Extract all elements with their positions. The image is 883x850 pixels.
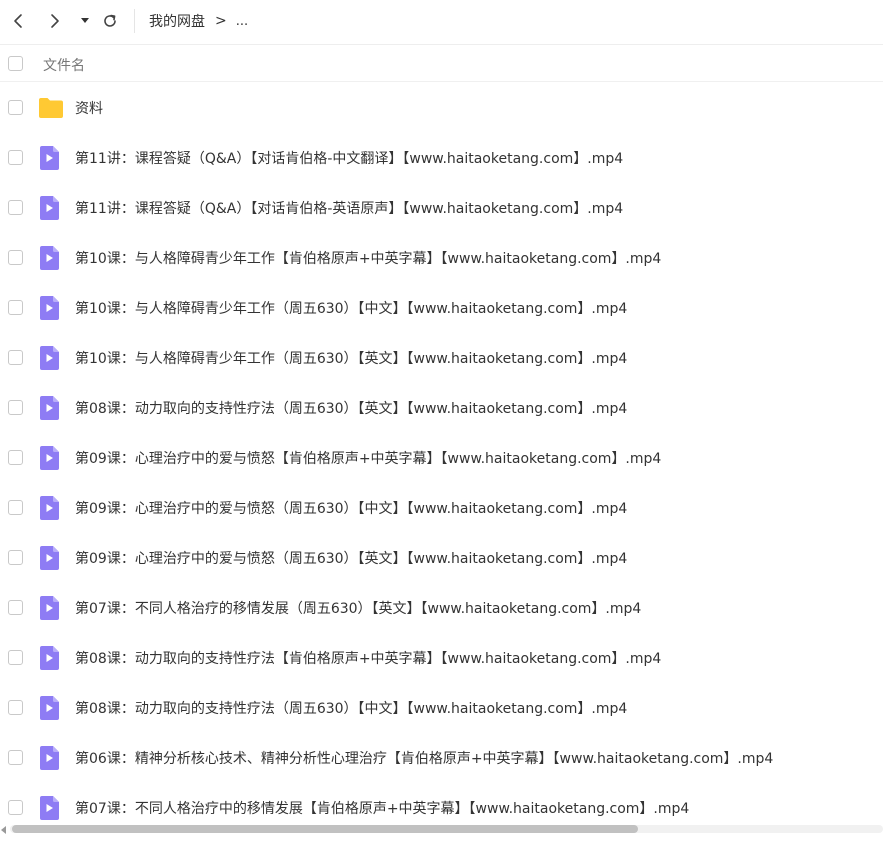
video-file-icon	[38, 346, 60, 370]
horizontal-scrollbar[interactable]	[0, 823, 883, 835]
file-name[interactable]: 第10课：与人格障碍青少年工作（周五630）【英文】【www.haitaoket…	[75, 348, 627, 368]
file-row[interactable]: 第07课：不同人格治疗中的移情发展【肯伯格原声+中英字幕】【www.haitao…	[0, 783, 883, 823]
file-row[interactable]: 第10课：与人格障碍青少年工作（周五630）【英文】【www.haitaoket…	[0, 333, 883, 383]
file-row[interactable]: 第09课：心理治疗中的爱与愤怒【肯伯格原声+中英字幕】【www.haitaoke…	[0, 433, 883, 483]
file-name[interactable]: 第08课：动力取向的支持性疗法【肯伯格原声+中英字幕】【www.haitaoke…	[75, 648, 661, 668]
refresh-button[interactable]	[99, 7, 121, 35]
history-dropdown-button[interactable]	[78, 7, 92, 35]
row-checkbox[interactable]	[8, 550, 23, 565]
video-file-icon	[38, 546, 60, 570]
file-row[interactable]: 第08课：动力取向的支持性疗法【肯伯格原声+中英字幕】【www.haitaoke…	[0, 633, 883, 683]
select-all-checkbox[interactable]	[8, 56, 23, 71]
folder-row[interactable]: 资料	[0, 83, 883, 133]
chevron-right-icon	[51, 14, 59, 28]
file-row[interactable]: 第08课：动力取向的支持性疗法（周五630）【英文】【www.haitaoket…	[0, 383, 883, 433]
breadcrumb-separator: >	[215, 13, 227, 29]
file-name[interactable]: 第07课：不同人格治疗的移情发展（周五630）【英文】【www.haitaoke…	[75, 598, 641, 618]
file-row[interactable]: 第10课：与人格障碍青少年工作【肯伯格原声+中英字幕】【www.haitaoke…	[0, 233, 883, 283]
refresh-icon	[104, 14, 116, 27]
file-list-header: 文件名	[0, 44, 883, 82]
row-checkbox[interactable]	[8, 450, 23, 465]
file-name[interactable]: 第09课：心理治疗中的爱与愤怒（周五630）【英文】【www.haitaoket…	[75, 548, 627, 568]
row-checkbox[interactable]	[8, 750, 23, 765]
file-name[interactable]: 第07课：不同人格治疗中的移情发展【肯伯格原声+中英字幕】【www.haitao…	[75, 798, 689, 818]
file-row[interactable]: 第09课：心理治疗中的爱与愤怒（周五630）【中文】【www.haitaoket…	[0, 483, 883, 533]
video-file-icon	[38, 596, 60, 620]
file-name[interactable]: 资料	[75, 98, 103, 118]
video-file-icon	[38, 396, 60, 420]
column-header-filename[interactable]: 文件名	[43, 55, 85, 75]
back-button[interactable]	[6, 7, 30, 35]
row-checkbox[interactable]	[8, 600, 23, 615]
scroll-thumb[interactable]	[12, 825, 638, 833]
row-checkbox[interactable]	[8, 250, 23, 265]
file-name[interactable]: 第11讲：课程答疑（Q&A）【对话肯伯格-中文翻译】【www.haitaoket…	[75, 148, 623, 168]
row-checkbox[interactable]	[8, 350, 23, 365]
row-checkbox[interactable]	[8, 150, 23, 165]
video-file-icon	[38, 696, 60, 720]
file-row[interactable]: 第08课：动力取向的支持性疗法（周五630）【中文】【www.haitaoket…	[0, 683, 883, 733]
file-name[interactable]: 第10课：与人格障碍青少年工作【肯伯格原声+中英字幕】【www.haitaoke…	[75, 248, 661, 268]
video-file-icon	[38, 746, 60, 770]
video-file-icon	[38, 196, 60, 220]
row-checkbox[interactable]	[8, 200, 23, 215]
chevron-left-icon	[14, 14, 22, 28]
row-checkbox[interactable]	[8, 700, 23, 715]
breadcrumb-root[interactable]: 我的网盘	[149, 11, 205, 31]
video-file-icon	[38, 246, 60, 270]
folder-icon	[38, 96, 63, 120]
video-file-icon	[38, 146, 60, 170]
file-row[interactable]: 第06课：精神分析核心技术、精神分析性心理治疗【肯伯格原声+中英字幕】【www.…	[0, 733, 883, 783]
row-checkbox[interactable]	[8, 400, 23, 415]
file-row[interactable]: 第07课：不同人格治疗的移情发展（周五630）【英文】【www.haitaoke…	[0, 583, 883, 633]
file-name[interactable]: 第10课：与人格障碍青少年工作（周五630）【中文】【www.haitaoket…	[75, 298, 627, 318]
video-file-icon	[38, 496, 60, 520]
video-file-icon	[38, 796, 60, 820]
file-name[interactable]: 第06课：精神分析核心技术、精神分析性心理治疗【肯伯格原声+中英字幕】【www.…	[75, 748, 773, 768]
video-file-icon	[38, 646, 60, 670]
file-name[interactable]: 第09课：心理治疗中的爱与愤怒（周五630）【中文】【www.haitaoket…	[75, 498, 627, 518]
caret-down-icon	[81, 18, 89, 23]
toolbar: 我的网盘 > ...	[0, 0, 883, 44]
breadcrumb: 我的网盘 > ...	[149, 11, 248, 31]
row-checkbox[interactable]	[8, 300, 23, 315]
row-checkbox[interactable]	[8, 500, 23, 515]
toolbar-divider	[134, 9, 135, 33]
file-name[interactable]: 第08课：动力取向的支持性疗法（周五630）【英文】【www.haitaoket…	[75, 398, 627, 418]
file-row[interactable]: 第11讲：课程答疑（Q&A）【对话肯伯格-中文翻译】【www.haitaoket…	[0, 133, 883, 183]
breadcrumb-more[interactable]: ...	[236, 14, 248, 29]
forward-button[interactable]	[43, 7, 67, 35]
file-list: 资料第11讲：课程答疑（Q&A）【对话肯伯格-中文翻译】【www.haitaok…	[0, 83, 883, 823]
file-row[interactable]: 第11讲：课程答疑（Q&A）【对话肯伯格-英语原声】【www.haitaoket…	[0, 183, 883, 233]
file-name[interactable]: 第09课：心理治疗中的爱与愤怒【肯伯格原声+中英字幕】【www.haitaoke…	[75, 448, 661, 468]
video-file-icon	[38, 296, 60, 320]
file-row[interactable]: 第09课：心理治疗中的爱与愤怒（周五630）【英文】【www.haitaoket…	[0, 533, 883, 583]
file-name[interactable]: 第08课：动力取向的支持性疗法（周五630）【中文】【www.haitaoket…	[75, 698, 627, 718]
row-checkbox[interactable]	[8, 100, 23, 115]
video-file-icon	[38, 446, 60, 470]
file-row[interactable]: 第10课：与人格障碍青少年工作（周五630）【中文】【www.haitaoket…	[0, 283, 883, 333]
scroll-left-arrow-icon[interactable]	[1, 826, 6, 834]
file-name[interactable]: 第11讲：课程答疑（Q&A）【对话肯伯格-英语原声】【www.haitaoket…	[75, 198, 623, 218]
row-checkbox[interactable]	[8, 650, 23, 665]
row-checkbox[interactable]	[8, 800, 23, 815]
